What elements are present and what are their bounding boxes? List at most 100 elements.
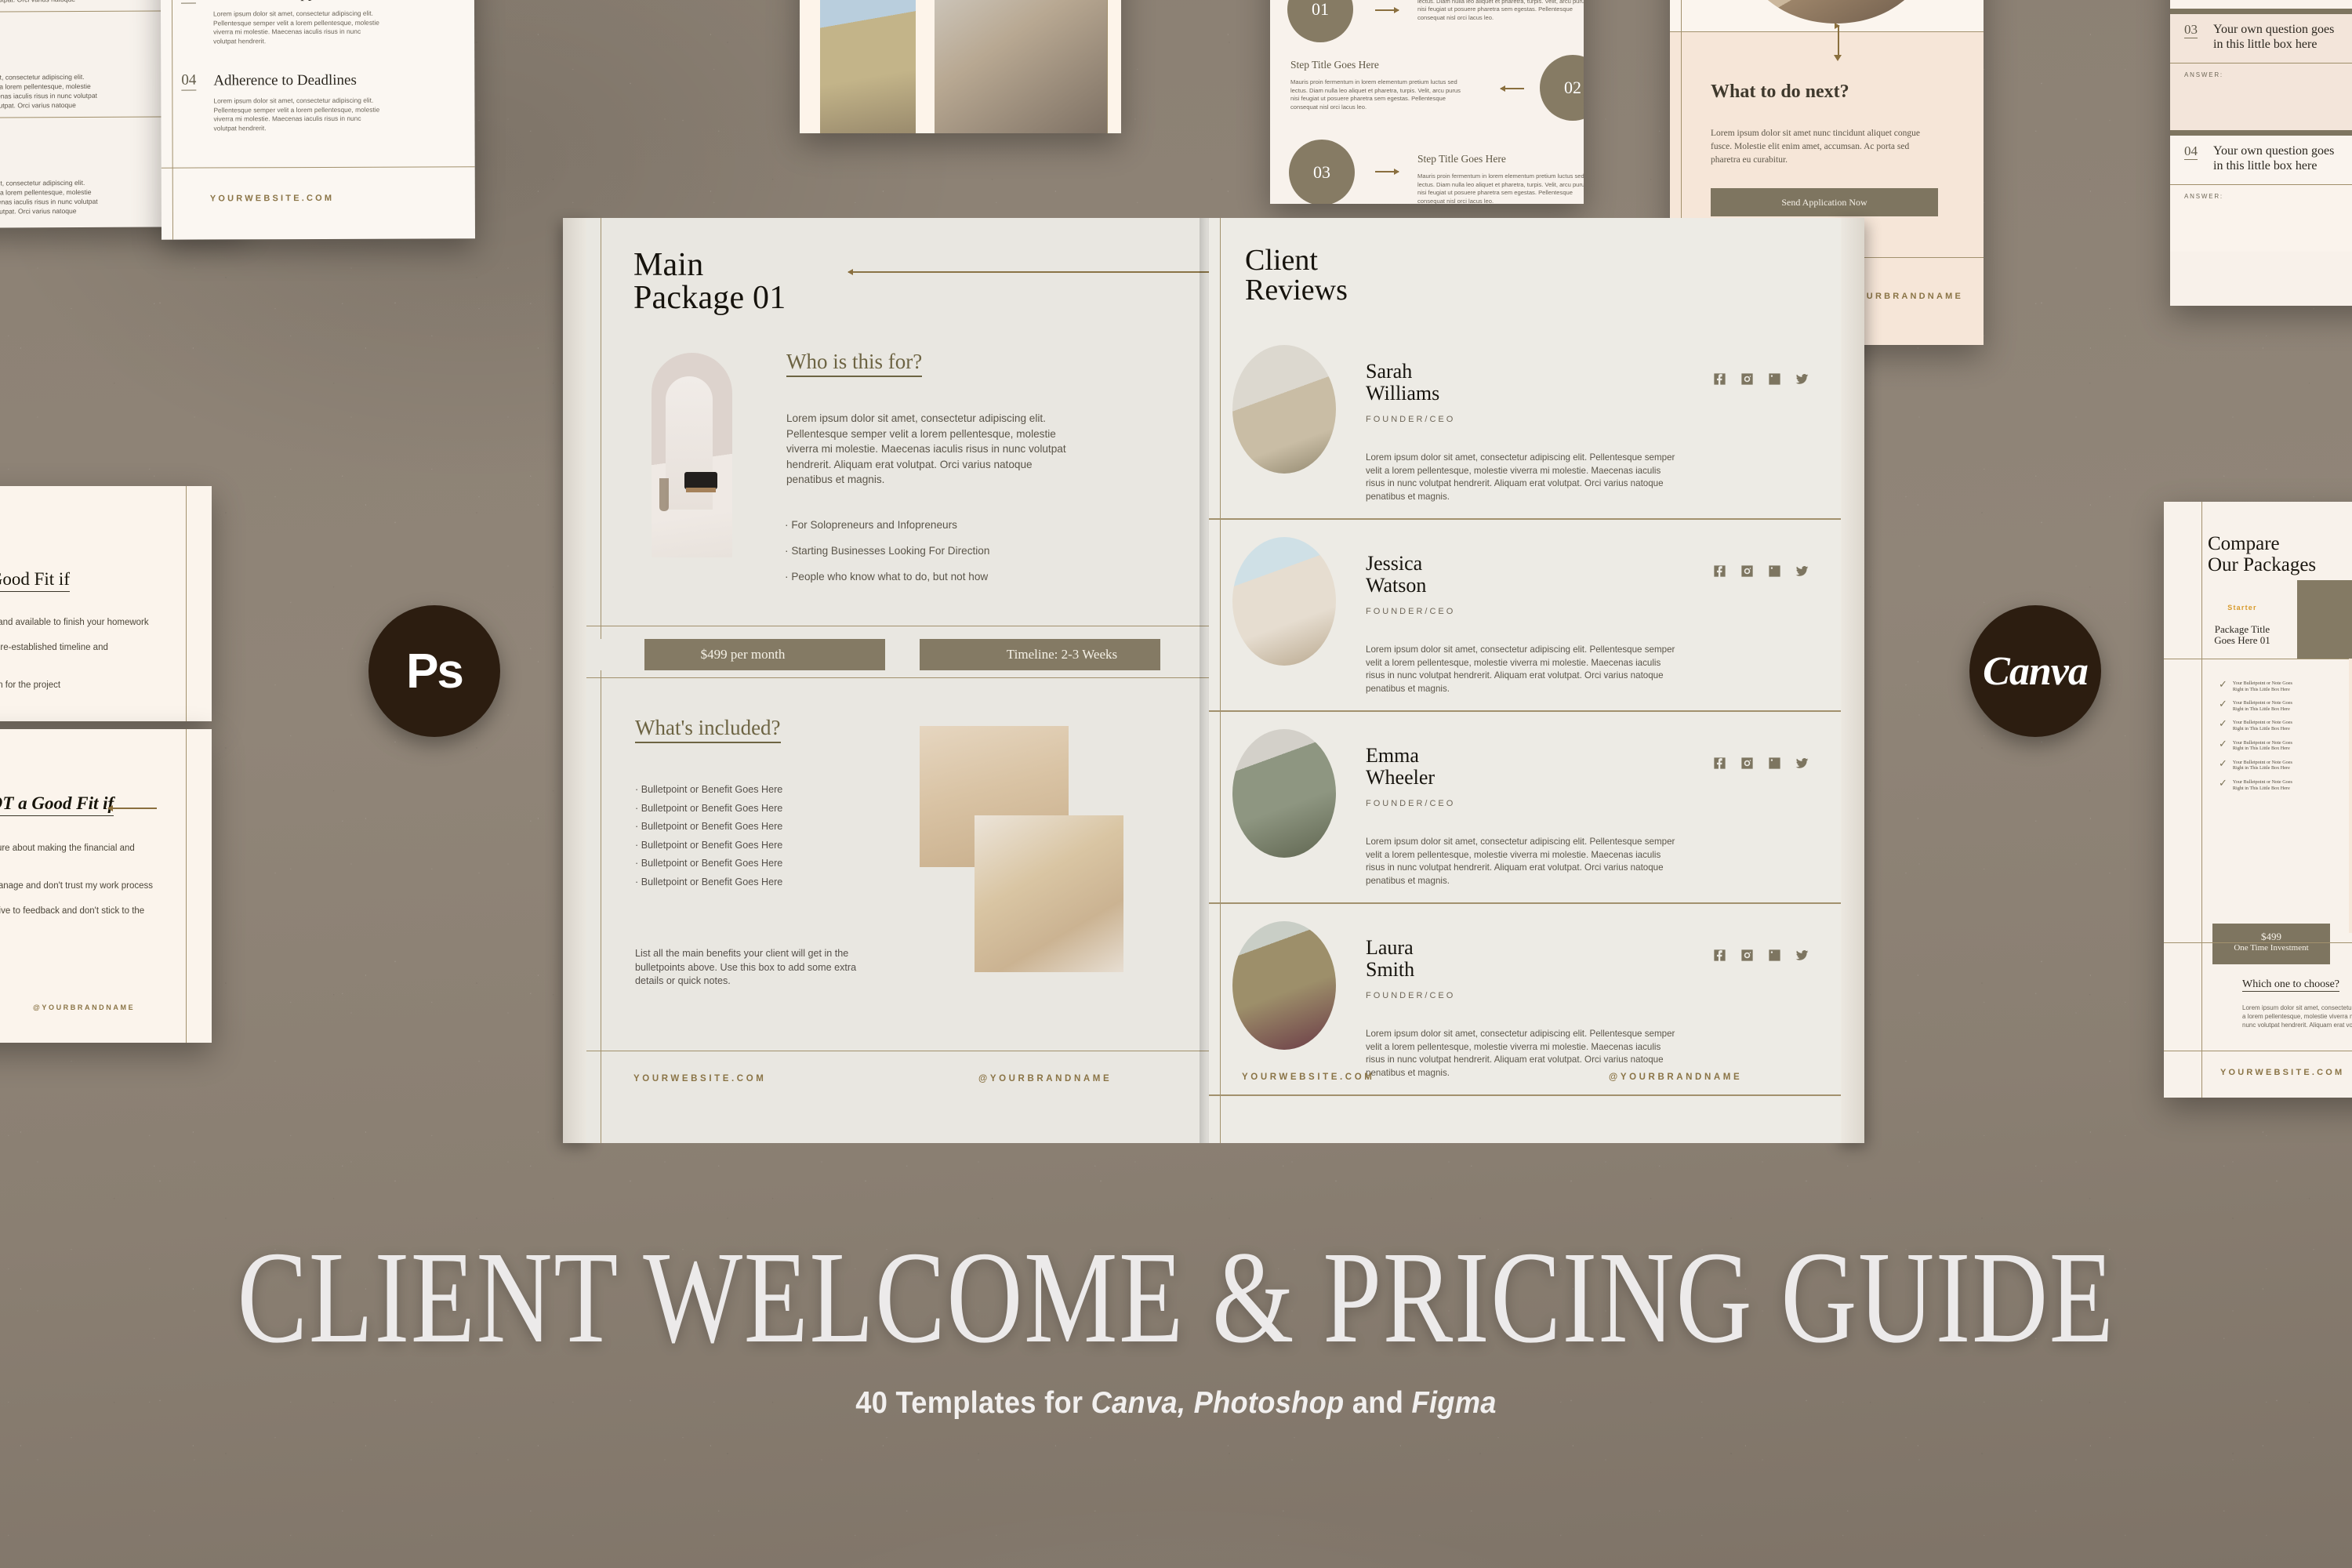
instagram-icon[interactable] [1740,948,1755,963]
linkedin-icon[interactable] [1767,564,1782,579]
canva-badge: Canva [1969,605,2101,737]
photo-thumb [820,0,916,133]
reviewer-name-line1: Emma [1366,744,1419,767]
item-number: 03 [181,0,196,4]
review-body: Lorem ipsum dolor sit amet, consectetur … [0,72,98,110]
arrow-right-icon [1375,169,1399,174]
who-bullet-item: · Starting Businesses Looking For Direct… [785,545,990,557]
faq-band [2170,130,2352,136]
social-icon-row [1712,564,1809,579]
item-copy: Lorem ipsum dolor sit amet, consectetur … [212,9,379,45]
who-bullet-item: · People who know what to do, but not ho… [785,571,989,583]
band-notch [1160,639,1204,670]
pampas-photo-front [975,815,1123,972]
compare-bullet-line1: Your Bulletpoint or Note Goes [2232,720,2292,726]
footer-website: YOURWEBSITE.COM [2220,1068,2345,1077]
background-page-photo-grid [800,0,1121,133]
item-copy: Lorem ipsum dolor sit amet, consectetur … [213,96,380,132]
page-divider [2164,942,2352,944]
photoshop-badge: Ps [368,605,500,737]
facebook-icon[interactable] [1712,372,1727,387]
footer-brand: @YOURBRANDNAME [33,1004,136,1011]
good-fit-heading: We Are a Good Fit if [0,569,70,592]
review-body: Lorem ipsum dolor sit amet, consectetur … [0,178,98,216]
compare-bullet: ✓ Your Bulletpoint or Note Goes Right in T… [2219,739,2336,752]
who-bullet-item: · For Solopreneurs and Infopreneurs [785,519,957,531]
included-bullet-item: · Bulletpoint or Benefit Goes Here [635,821,783,832]
faq-answer-label: ANSWER: [2184,193,2223,200]
compare-price-box: $499 One Time Investment [2212,924,2330,964]
twitter-icon[interactable] [1795,564,1809,579]
review-body: Lorem ipsum dolor sit amet, consectetur … [1366,452,1675,502]
what-next-heading: What to do next? [1711,82,1849,102]
compare-bullet: ✓ Your Bulletpoint or Note Goes Right in T… [2219,699,2336,712]
reviews-title-line2: Reviews [1245,274,1348,307]
linkedin-icon[interactable] [1767,948,1782,963]
faq-number: 03 [2184,22,2198,38]
instagram-icon[interactable] [1740,756,1755,771]
good-fit-item: You agree with the pre-established timel… [0,643,108,652]
who-is-this-for-copy: Lorem ipsum dolor sit amet, consectetur … [786,412,1066,485]
reviewer-name-line2: Williams [1366,382,1440,405]
reviewer-role: FOUNDER/CEO [1366,799,1456,808]
included-bullet-item: · Bulletpoint or Benefit Goes Here [635,876,783,887]
what-next-copy: Lorem ipsum dolor sit amet nunc tincidun… [1711,129,1920,165]
background-page-numbered-list: 01 Great Communication Lorem ipsum dolor… [159,0,476,240]
reviewer-role: FOUNDER/CEO [1366,991,1456,1000]
reviewer-name-line2: Wheeler [1366,766,1436,789]
band-notch [601,639,644,670]
instagram-icon[interactable] [1740,372,1755,387]
reviewer-role: FOUNDER/CEO [1366,415,1456,424]
page-guideline [2201,502,2203,1098]
compare-heading-line1: Compare [2208,533,2280,554]
twitter-icon[interactable] [1795,756,1809,771]
whats-included-heading: What's included? [635,716,781,743]
book-right-page: Client Reviews Sarah Williams FOUNDER/CE… [1209,218,1841,1143]
step-title: Step Title Goes Here [1290,59,1379,71]
compare-bullet: ✓ Your Bulletpoint or Note Goes Right in T… [2219,758,2336,771]
compare-bullet-line1: Your Bulletpoint or Note Goes [2232,700,2292,706]
check-icon: ✓ [2219,678,2227,690]
facebook-icon[interactable] [1712,564,1727,579]
photo-thumb [935,0,1107,133]
arrow-right-icon [1375,7,1399,13]
footer-website: YOURWEBSITE.COM [633,1074,767,1083]
facebook-icon[interactable] [1712,756,1727,771]
compare-bullet-line2: Right in This Little Box Here [2232,725,2290,731]
page-divider [1670,31,1984,33]
faq-answer-block: ANSWER: [2170,0,2352,9]
reviewer-role: FOUNDER/CEO [1366,607,1456,616]
book-left-page: Main Package 01 Who is this for? Lorem i… [586,218,1217,1143]
step-title: Step Title Goes Here [1417,153,1506,165]
page-guideline [185,729,187,1043]
compare-bullet: ✓ Your Bulletpoint or Note Goes Right in T… [2219,718,2336,731]
review-card: Jessica Watson FOUNDER/CEO Lorem ipsum d… [1209,520,1841,712]
background-page-faq: ANSWER: 02 Your own question goes in thi… [2170,0,2352,306]
step-number-circle: 02 [1540,55,1584,121]
background-page-not-good-fit: We Are NOT a Good Fit if You are not 100… [0,729,212,1043]
arrow-left-icon [848,269,1217,274]
compare-bullet-line2: Right in This Little Box Here [2232,765,2290,771]
review-body: Lorem ipsum dolor sit amet, consectetur … [1366,837,1675,886]
twitter-icon[interactable] [1795,948,1809,963]
linkedin-icon[interactable] [1767,372,1782,387]
facebook-icon[interactable] [1712,948,1727,963]
included-note: List all the main benefits your client w… [635,948,857,986]
review-card: Laura Smith FOUNDER/CEO Lorem ipsum dolo… [1209,904,1841,1096]
linkedin-icon[interactable] [1767,756,1782,771]
subtitle-count: 40 Templates for [855,1386,1091,1420]
step-number: 03 [1313,162,1330,182]
faq-answer-label: ANSWER: [2184,71,2223,78]
reviewer-name-line1: Jessica [1366,552,1423,575]
not-good-fit-item: You are not responsive to feedback and d… [0,906,145,916]
faq-answer-block: ANSWER: [2170,63,2352,130]
twitter-icon[interactable] [1795,372,1809,387]
send-application-button[interactable]: Send Application Now [1711,188,1938,216]
who-is-this-for-heading: Who is this for? [786,350,923,377]
compare-tag-starter: Starter [2227,604,2257,612]
page-divider [161,166,475,169]
instagram-icon[interactable] [1740,564,1755,579]
compare-price-amount: $499 [2261,931,2281,942]
avatar [1232,345,1336,474]
hero-block: CLIENT WELCOME & PRICING GUIDE 40 Templa… [0,1232,2352,1421]
